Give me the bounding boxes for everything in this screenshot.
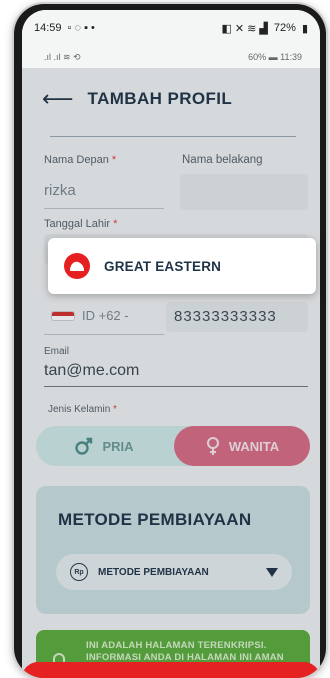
battery-icon: ▮: [301, 22, 308, 35]
dim-overlay: [22, 68, 320, 678]
great-eastern-logo: [64, 253, 90, 279]
lion-logo-icon: [70, 261, 84, 271]
inner-battery-icon: ▬: [268, 52, 278, 62]
inner-signal-icons: .ıl .ıl ≋ ⟲: [44, 51, 81, 62]
signal-icons: ◧ ✕ ≋ ▟: [221, 22, 268, 35]
status-time: 14:59: [34, 22, 62, 34]
toast-text: GREAT EASTERN: [104, 258, 222, 274]
notification-icons: ▫ ◌ ▪ •: [67, 22, 95, 34]
great-eastern-toast: GREAT EASTERN: [48, 238, 316, 294]
phone-frame: 14:59 ▫ ◌ ▪ • ◧ ✕ ≋ ▟ 72% ▮ .ıl .ıl ≋ ⟲ …: [14, 4, 326, 678]
app-content: ⟵ TAMBAH PROFIL Nama Depan * Nama belaka…: [22, 68, 320, 678]
inner-status-right: 60% ▬ 11:39: [248, 52, 302, 62]
device-status-bar: 14:59 ▫ ◌ ▪ • ◧ ✕ ≋ ▟ 72% ▮: [22, 10, 320, 46]
status-battery: 72%: [273, 22, 296, 34]
phone-screen: 14:59 ▫ ◌ ▪ • ◧ ✕ ≋ ▟ 72% ▮ .ıl .ıl ≋ ⟲ …: [22, 10, 320, 678]
app-status-bar: .ıl .ıl ≋ ⟲ 60% ▬ 11:39: [22, 46, 320, 68]
